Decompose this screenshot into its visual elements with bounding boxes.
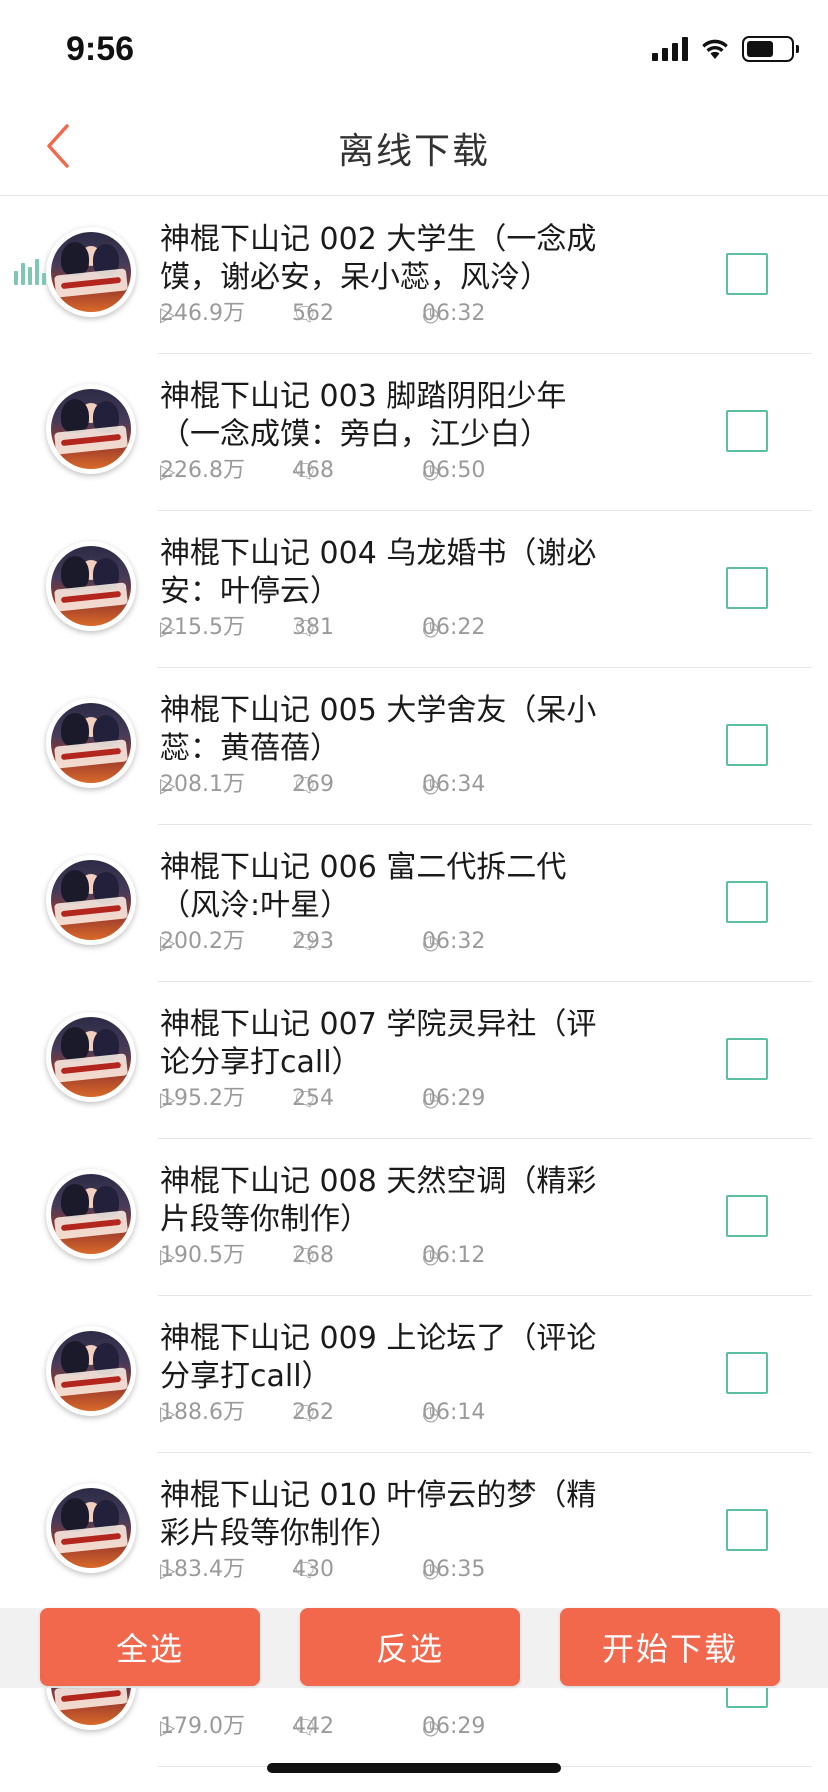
now-playing-icon [14,257,46,285]
episode-row[interactable]: 神棍下山记 007 学院灵异社（评论分享打call） ▷ 195.2万 🗨 254 … [0,982,828,1139]
episode-title: 神棍下山记 006 富二代拆二代（风泠:叶星） [160,850,567,923]
nav-bar: 离线下载 [0,96,828,196]
episode-checkbox[interactable] [726,1352,768,1394]
episode-row[interactable]: 神棍下山记 005 大学舍友（呆小蕊：黄蓓蓓） ▷ 208.1万 🗨 269 ◷ 06… [0,668,828,825]
status-bar: 9:56 [0,0,828,96]
status-icons [652,34,799,64]
episode-cover-image [46,1483,136,1573]
wifi-icon [702,39,728,59]
episode-row[interactable]: 神棍下山记 009 上论坛了（评论分享打call） ▷ 188.6万 🗨 262 ◷… [0,1296,828,1453]
invert-selection-button[interactable]: 反选 [300,1608,520,1686]
episode-cover-image [46,698,136,788]
episode-row[interactable]: 神棍下山记 006 富二代拆二代（风泠:叶星） ▷ 200.2万 🗨 293 ◷ 06… [0,825,828,982]
episode-row[interactable]: 神棍下山记 010 叶停云的梦（精彩片段等你制作） ▷ 183.4万 🗨 430 ◷… [0,1453,828,1610]
bottom-action-bar: 全选 反选 开始下载 [0,1608,828,1688]
episode-cover-image [46,227,136,317]
start-download-button[interactable]: 开始下载 [560,1608,780,1686]
page-title: 离线下载 [337,131,490,172]
cellular-signal-icon [652,37,688,61]
episode-cover-image [46,384,136,474]
episode-checkbox[interactable] [726,1195,768,1237]
episode-row[interactable]: 神棍下山记 004 乌龙婚书（谢必安：叶停云） ▷ 215.5万 🗨 381 ◷ 06… [0,511,828,668]
status-time: 9:56 [66,30,135,68]
select-all-button[interactable]: 全选 [40,1608,260,1686]
episode-title: 神棍下山记 007 学院灵异社（评论分享打call） [160,1007,597,1080]
episode-list: 神棍下山记 002 大学生（一念成馍，谢必安，呆小蕊，风泠） ▷ 246.9万 🗨… [0,197,828,1767]
episode-title: 神棍下山记 004 乌龙婚书（谢必安：叶停云） [160,536,597,609]
episode-cover-image [46,1012,136,1102]
episode-title: 神棍下山记 005 大学舍友（呆小蕊：黄蓓蓓） [160,693,597,766]
home-indicator [267,1763,561,1773]
episode-cover-image [46,541,136,631]
episode-title: 神棍下山记 002 大学生（一念成馍，谢必安，呆小蕊，风泠） [160,222,597,295]
episode-checkbox[interactable] [726,410,768,452]
episode-checkbox[interactable] [726,881,768,923]
episode-cover-image [46,855,136,945]
episode-row[interactable]: 神棍下山记 008 天然空调（精彩片段等你制作） ▷ 190.5万 🗨 268 ◷ 0… [0,1139,828,1296]
episode-checkbox[interactable] [726,1038,768,1080]
episode-cover-image [46,1169,136,1259]
episode-row[interactable]: 神棍下山记 002 大学生（一念成馍，谢必安，呆小蕊，风泠） ▷ 246.9万 🗨… [0,197,828,354]
episode-checkbox[interactable] [726,567,768,609]
episode-cover-image [46,1326,136,1416]
battery-icon [742,36,799,62]
episode-checkbox[interactable] [726,1509,768,1551]
episode-row[interactable]: 神棍下山记 003 脚踏阴阳少年（一念成馍：旁白，江少白） ▷ 226.8万 🗨 4… [0,354,828,511]
episode-title: 神棍下山记 010 叶停云的梦（精彩片段等你制作） [160,1478,597,1551]
episode-checkbox[interactable] [726,253,768,295]
episode-title: 神棍下山记 003 脚踏阴阳少年（一念成馍：旁白，江少白） [160,379,567,452]
episode-title: 神棍下山记 008 天然空调（精彩片段等你制作） [160,1164,597,1237]
episode-checkbox[interactable] [726,724,768,766]
episode-title: 神棍下山记 009 上论坛了（评论分享打call） [160,1321,597,1394]
